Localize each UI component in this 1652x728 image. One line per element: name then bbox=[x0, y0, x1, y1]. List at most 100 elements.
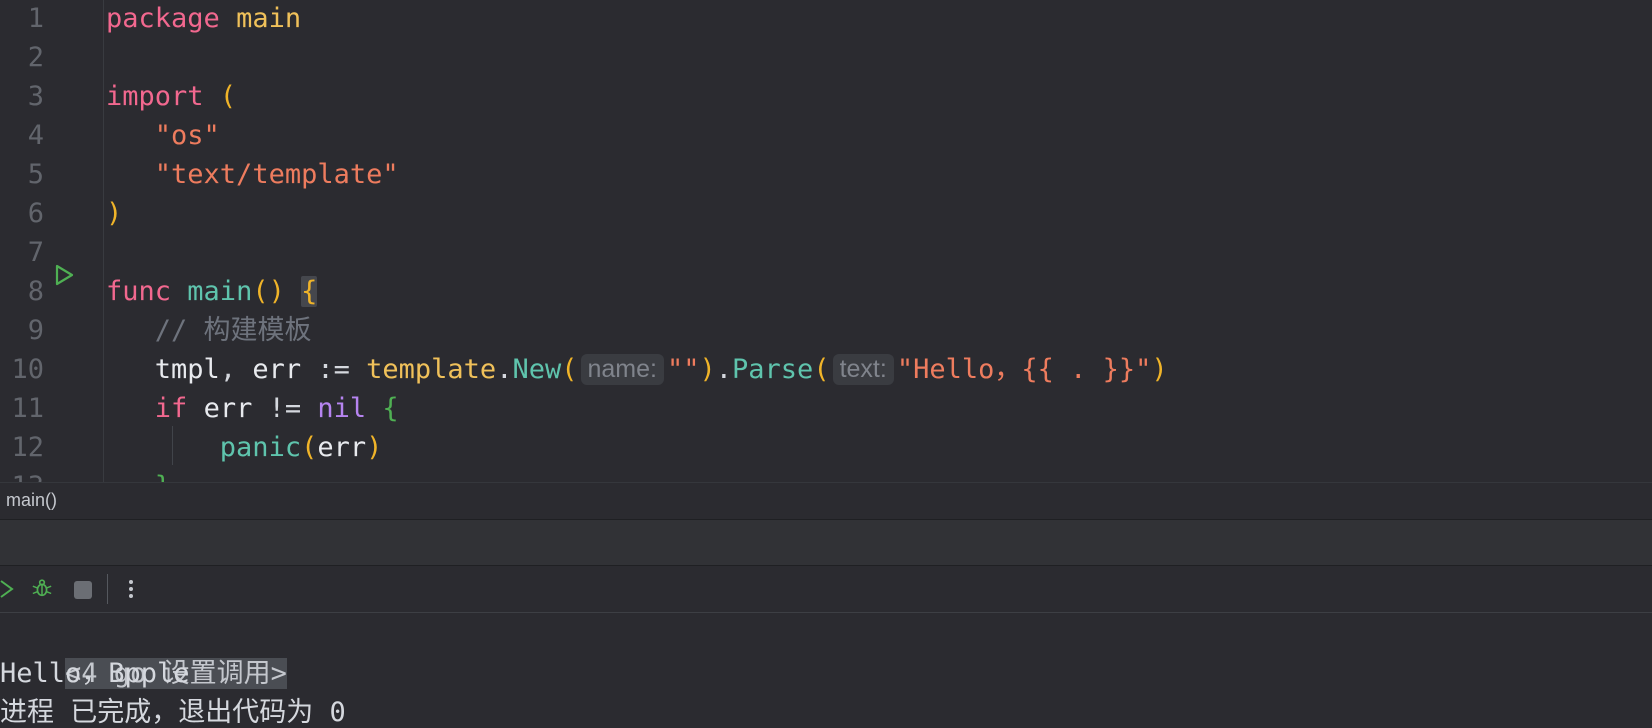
code-token: () bbox=[252, 276, 285, 307]
line-number: 9 bbox=[27, 315, 44, 346]
code-token: err bbox=[317, 432, 367, 463]
code-token: main bbox=[236, 3, 302, 34]
code-token: , bbox=[219, 354, 253, 385]
code-line[interactable]: 3 import ( bbox=[0, 77, 1652, 116]
code-token: tmpl bbox=[154, 354, 220, 385]
line-number: 3 bbox=[27, 81, 44, 112]
code-token: ( bbox=[219, 81, 237, 112]
line-number: 13 bbox=[0, 467, 44, 482]
parameter-hint: name: bbox=[580, 354, 664, 385]
line-number: 11 bbox=[11, 393, 44, 424]
code-token: ( bbox=[301, 432, 318, 463]
code-token: } bbox=[155, 471, 171, 482]
code-token: New bbox=[512, 354, 562, 385]
code-line[interactable]: 9 // 构建模板 bbox=[0, 311, 1652, 350]
line-code: } bbox=[106, 467, 171, 482]
code-line[interactable]: 12 panic(err) bbox=[0, 428, 1652, 467]
code-token: import bbox=[106, 81, 204, 112]
code-token: { bbox=[382, 393, 399, 424]
code-line[interactable]: 8 func main() { bbox=[0, 272, 1652, 311]
code-token: template bbox=[366, 354, 497, 385]
line-number: 5 bbox=[27, 159, 44, 190]
line-code: "text/template" bbox=[106, 155, 399, 194]
line-code: ) bbox=[106, 194, 122, 233]
code-token: . bbox=[496, 354, 513, 385]
code-token: if bbox=[154, 393, 188, 424]
line-code: package main bbox=[106, 0, 301, 38]
debug-icon[interactable] bbox=[30, 577, 54, 599]
code-token: { bbox=[301, 276, 318, 307]
line-code: import ( bbox=[106, 77, 236, 116]
run-panel-header bbox=[0, 519, 1652, 566]
console-command-line: <4 go 设置调用> bbox=[0, 615, 287, 689]
code-token: := bbox=[301, 354, 367, 385]
code-token: panic bbox=[219, 432, 302, 463]
code-token: nil bbox=[317, 393, 367, 424]
code-token: // 构建模板 bbox=[154, 315, 312, 346]
code-line[interactable]: 4 "os" bbox=[0, 116, 1652, 155]
run-icon[interactable] bbox=[0, 578, 14, 600]
code-token: err bbox=[252, 354, 302, 385]
breadcrumb[interactable]: main() bbox=[0, 482, 1652, 519]
run-toolbar bbox=[0, 566, 1652, 613]
code-line[interactable]: 5 "text/template" bbox=[0, 155, 1652, 194]
line-number: 8 bbox=[27, 276, 44, 307]
code-token: "text/template" bbox=[154, 159, 399, 190]
toolbar-separator bbox=[107, 574, 108, 604]
code-line[interactable]: 10 tmpl, err := template.New(name: "").Pa… bbox=[0, 350, 1652, 389]
code-token: main bbox=[187, 276, 253, 307]
code-line[interactable]: 6) bbox=[0, 194, 1652, 233]
stop-icon[interactable] bbox=[73, 579, 93, 601]
line-number: 6 bbox=[27, 198, 44, 229]
breadcrumb-item-main[interactable]: main() bbox=[6, 490, 57, 511]
line-number: 10 bbox=[11, 354, 44, 385]
code-token: err bbox=[203, 393, 253, 424]
line-number: 7 bbox=[27, 237, 44, 268]
code-line[interactable]: 2 bbox=[0, 38, 1652, 77]
code-line[interactable]: 13 } bbox=[0, 467, 1652, 482]
line-number: 12 bbox=[11, 432, 44, 463]
code-token: "os" bbox=[154, 120, 220, 151]
code-token: ( bbox=[813, 354, 830, 385]
more-vertical-icon[interactable] bbox=[128, 578, 134, 600]
code-token: func bbox=[106, 276, 172, 307]
code-token: Parse bbox=[732, 354, 814, 385]
code-token: . bbox=[715, 354, 733, 385]
code-editor[interactable]: 1 package main 2 3 import (4 "os" 5 "text/tem… bbox=[0, 0, 1652, 482]
run-gutter-icon[interactable] bbox=[54, 264, 74, 286]
console-output-line: Hello，Bpple bbox=[0, 658, 190, 689]
line-code: if err != nil { bbox=[106, 389, 399, 428]
code-line[interactable]: 11 if err != nil { bbox=[0, 389, 1652, 428]
console-output[interactable]: <4 go 设置调用> Hello，Bpple 进程 已完成，退出代码为 0 bbox=[0, 613, 1652, 728]
parameter-hint: text: bbox=[832, 354, 894, 385]
line-code: "os" bbox=[106, 116, 220, 155]
code-token: "" bbox=[666, 354, 700, 385]
code-line[interactable]: 1 package main bbox=[0, 0, 1652, 38]
console-exit-message: 进程 已完成，退出代码为 0 bbox=[0, 697, 346, 728]
line-number: 2 bbox=[27, 42, 44, 73]
code-token: "Hello，{{ . }}" bbox=[896, 354, 1152, 385]
line-number: 4 bbox=[27, 120, 44, 151]
line-code: // 构建模板 bbox=[106, 311, 312, 350]
line-code: func main() { bbox=[106, 272, 318, 311]
code-token: != bbox=[252, 393, 318, 424]
line-code: panic(err) bbox=[106, 428, 383, 467]
code-token: ( bbox=[561, 354, 578, 385]
code-token: ) bbox=[1151, 354, 1168, 385]
code-token: ) bbox=[699, 354, 716, 385]
code-token: package bbox=[106, 3, 220, 34]
code-token: ) bbox=[106, 198, 123, 229]
code-line[interactable]: 7 bbox=[0, 233, 1652, 272]
